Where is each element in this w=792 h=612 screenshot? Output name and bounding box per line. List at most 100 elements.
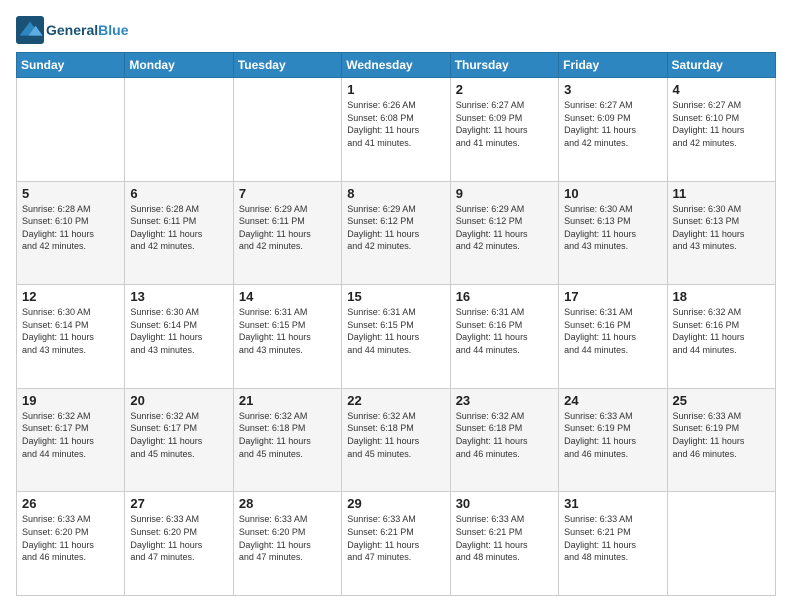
calendar-cell: 29 Sunrise: 6:33 AM Sunset: 6:21 PM Dayli… <box>342 492 450 596</box>
page: GeneralBlue SundayMondayTuesdayWednesday… <box>0 0 792 612</box>
calendar-table: SundayMondayTuesdayWednesdayThursdayFrid… <box>16 52 776 596</box>
calendar-cell: 6 Sunrise: 6:28 AM Sunset: 6:11 PM Daylig… <box>125 181 233 285</box>
calendar-cell: 22 Sunrise: 6:32 AM Sunset: 6:18 PM Dayli… <box>342 388 450 492</box>
day-number: 4 <box>673 82 770 97</box>
day-number: 13 <box>130 289 227 304</box>
calendar-cell <box>667 492 775 596</box>
calendar-cell: 2Sunrise: 6:27 AM Sunset: 6:09 PM Daylig… <box>450 78 558 182</box>
calendar-cell: 18 Sunrise: 6:32 AM Sunset: 6:16 PM Dayli… <box>667 285 775 389</box>
day-info: Sunrise: 6:33 AM Sunset: 6:21 PM Dayligh… <box>347 513 444 563</box>
calendar-cell: 5 Sunrise: 6:28 AM Sunset: 6:10 PM Daylig… <box>17 181 125 285</box>
day-number: 31 <box>564 496 661 511</box>
day-info: Sunrise: 6:27 AM Sunset: 6:10 PM Dayligh… <box>673 99 770 149</box>
day-info: Sunrise: 6:32 AM Sunset: 6:18 PM Dayligh… <box>347 410 444 460</box>
calendar-cell: 30 Sunrise: 6:33 AM Sunset: 6:21 PM Dayli… <box>450 492 558 596</box>
day-info: Sunrise: 6:29 AM Sunset: 6:12 PM Dayligh… <box>456 203 553 253</box>
day-number: 10 <box>564 186 661 201</box>
logo-icon <box>16 16 44 44</box>
calendar-cell: 9 Sunrise: 6:29 AM Sunset: 6:12 PM Daylig… <box>450 181 558 285</box>
calendar-cell: 3 Sunrise: 6:27 AM Sunset: 6:09 PM Daylig… <box>559 78 667 182</box>
day-info: Sunrise: 6:31 AM Sunset: 6:15 PM Dayligh… <box>239 306 336 356</box>
day-number: 28 <box>239 496 336 511</box>
weekday-header: Sunday <box>17 53 125 78</box>
day-info: Sunrise: 6:29 AM Sunset: 6:12 PM Dayligh… <box>347 203 444 253</box>
calendar-cell: 7 Sunrise: 6:29 AM Sunset: 6:11 PM Daylig… <box>233 181 341 285</box>
day-info: Sunrise: 6:32 AM Sunset: 6:17 PM Dayligh… <box>130 410 227 460</box>
day-number: 16 <box>456 289 553 304</box>
day-info: Sunrise: 6:32 AM Sunset: 6:18 PM Dayligh… <box>239 410 336 460</box>
day-info: Sunrise: 6:33 AM Sunset: 6:20 PM Dayligh… <box>22 513 119 563</box>
day-info: Sunrise: 6:30 AM Sunset: 6:14 PM Dayligh… <box>22 306 119 356</box>
calendar-cell <box>233 78 341 182</box>
day-info: Sunrise: 6:31 AM Sunset: 6:16 PM Dayligh… <box>564 306 661 356</box>
calendar-cell: 21 Sunrise: 6:32 AM Sunset: 6:18 PM Dayli… <box>233 388 341 492</box>
calendar-cell: 25 Sunrise: 6:33 AM Sunset: 6:19 PM Dayli… <box>667 388 775 492</box>
day-number: 26 <box>22 496 119 511</box>
day-number: 9 <box>456 186 553 201</box>
weekday-header: Saturday <box>667 53 775 78</box>
day-number: 30 <box>456 496 553 511</box>
day-number: 5 <box>22 186 119 201</box>
day-info: Sunrise: 6:33 AM Sunset: 6:21 PM Dayligh… <box>564 513 661 563</box>
calendar-cell: 20 Sunrise: 6:32 AM Sunset: 6:17 PM Dayli… <box>125 388 233 492</box>
day-info: Sunrise: 6:31 AM Sunset: 6:16 PM Dayligh… <box>456 306 553 356</box>
calendar-cell: 4 Sunrise: 6:27 AM Sunset: 6:10 PM Daylig… <box>667 78 775 182</box>
day-info: Sunrise: 6:26 AM Sunset: 6:08 PM Dayligh… <box>347 99 444 149</box>
day-number: 7 <box>239 186 336 201</box>
day-number: 24 <box>564 393 661 408</box>
day-info: Sunrise: 6:30 AM Sunset: 6:13 PM Dayligh… <box>564 203 661 253</box>
calendar-cell: 14 Sunrise: 6:31 AM Sunset: 6:15 PM Dayli… <box>233 285 341 389</box>
day-info: Sunrise: 6:32 AM Sunset: 6:17 PM Dayligh… <box>22 410 119 460</box>
weekday-header: Monday <box>125 53 233 78</box>
day-info: Sunrise: 6:31 AM Sunset: 6:15 PM Dayligh… <box>347 306 444 356</box>
day-number: 3 <box>564 82 661 97</box>
day-info: Sunrise: 6:30 AM Sunset: 6:14 PM Dayligh… <box>130 306 227 356</box>
calendar-cell: 15 Sunrise: 6:31 AM Sunset: 6:15 PM Dayli… <box>342 285 450 389</box>
day-info: Sunrise: 6:33 AM Sunset: 6:20 PM Dayligh… <box>239 513 336 563</box>
day-info: Sunrise: 6:32 AM Sunset: 6:18 PM Dayligh… <box>456 410 553 460</box>
day-info: Sunrise: 6:33 AM Sunset: 6:19 PM Dayligh… <box>673 410 770 460</box>
day-number: 22 <box>347 393 444 408</box>
calendar-cell: 31 Sunrise: 6:33 AM Sunset: 6:21 PM Dayli… <box>559 492 667 596</box>
calendar-cell: 16 Sunrise: 6:31 AM Sunset: 6:16 PM Dayli… <box>450 285 558 389</box>
weekday-header: Tuesday <box>233 53 341 78</box>
day-number: 21 <box>239 393 336 408</box>
calendar-cell <box>17 78 125 182</box>
calendar-cell: 11Sunrise: 6:30 AM Sunset: 6:13 PM Dayli… <box>667 181 775 285</box>
day-number: 19 <box>22 393 119 408</box>
calendar-cell: 1Sunrise: 6:26 AM Sunset: 6:08 PM Daylig… <box>342 78 450 182</box>
day-info: Sunrise: 6:29 AM Sunset: 6:11 PM Dayligh… <box>239 203 336 253</box>
calendar-cell: 19 Sunrise: 6:32 AM Sunset: 6:17 PM Dayli… <box>17 388 125 492</box>
calendar-cell: 12 Sunrise: 6:30 AM Sunset: 6:14 PM Dayli… <box>17 285 125 389</box>
weekday-header: Thursday <box>450 53 558 78</box>
logo-text: GeneralBlue <box>46 22 128 38</box>
day-number: 15 <box>347 289 444 304</box>
day-number: 11 <box>673 186 770 201</box>
header: GeneralBlue <box>16 16 776 44</box>
day-info: Sunrise: 6:28 AM Sunset: 6:11 PM Dayligh… <box>130 203 227 253</box>
day-number: 17 <box>564 289 661 304</box>
calendar-cell <box>125 78 233 182</box>
day-number: 18 <box>673 289 770 304</box>
day-info: Sunrise: 6:32 AM Sunset: 6:16 PM Dayligh… <box>673 306 770 356</box>
day-info: Sunrise: 6:27 AM Sunset: 6:09 PM Dayligh… <box>564 99 661 149</box>
day-info: Sunrise: 6:33 AM Sunset: 6:19 PM Dayligh… <box>564 410 661 460</box>
calendar-cell: 17 Sunrise: 6:31 AM Sunset: 6:16 PM Dayli… <box>559 285 667 389</box>
day-info: Sunrise: 6:33 AM Sunset: 6:21 PM Dayligh… <box>456 513 553 563</box>
day-number: 12 <box>22 289 119 304</box>
day-number: 8 <box>347 186 444 201</box>
day-number: 29 <box>347 496 444 511</box>
day-number: 14 <box>239 289 336 304</box>
day-number: 23 <box>456 393 553 408</box>
calendar-cell: 13 Sunrise: 6:30 AM Sunset: 6:14 PM Dayli… <box>125 285 233 389</box>
day-info: Sunrise: 6:27 AM Sunset: 6:09 PM Dayligh… <box>456 99 553 149</box>
day-info: Sunrise: 6:28 AM Sunset: 6:10 PM Dayligh… <box>22 203 119 253</box>
day-number: 25 <box>673 393 770 408</box>
calendar-cell: 27Sunrise: 6:33 AM Sunset: 6:20 PM Dayli… <box>125 492 233 596</box>
day-number: 6 <box>130 186 227 201</box>
calendar-cell: 23 Sunrise: 6:32 AM Sunset: 6:18 PM Dayli… <box>450 388 558 492</box>
calendar-cell: 26 Sunrise: 6:33 AM Sunset: 6:20 PM Dayli… <box>17 492 125 596</box>
calendar-cell: 24 Sunrise: 6:33 AM Sunset: 6:19 PM Dayli… <box>559 388 667 492</box>
logo: GeneralBlue <box>16 16 128 44</box>
day-number: 20 <box>130 393 227 408</box>
